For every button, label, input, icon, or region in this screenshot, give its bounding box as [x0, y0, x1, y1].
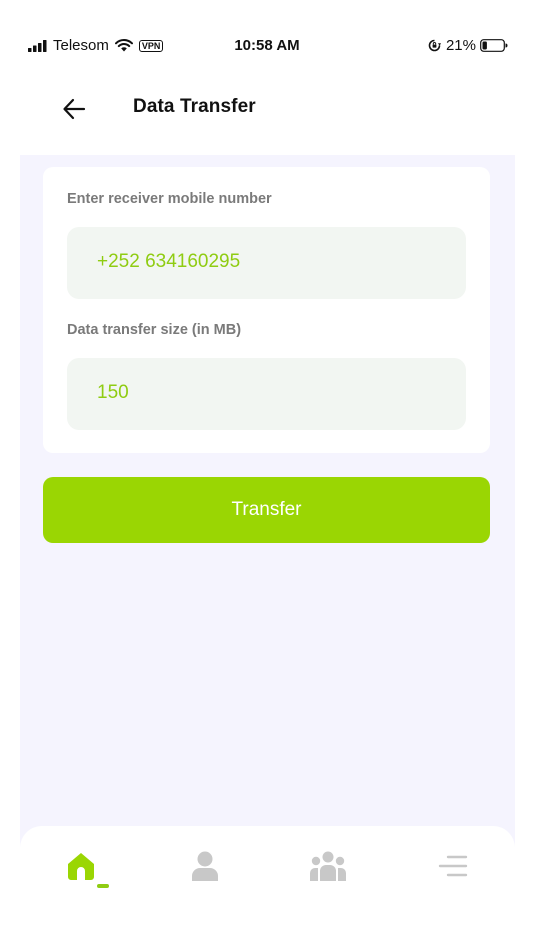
nav-profile[interactable]: [165, 826, 245, 906]
status-bar: Telesom VPN 10:58 AM 21%: [0, 0, 534, 92]
page-title: Data Transfer: [133, 96, 256, 117]
battery-percent: 21%: [445, 37, 476, 54]
home-icon: [68, 853, 94, 880]
receiver-number-label: Enter receiver mobile number: [67, 191, 272, 207]
back-button[interactable]: [60, 95, 88, 123]
nav-menu[interactable]: [413, 826, 493, 906]
receiver-number-value: +252 634160295: [97, 251, 241, 272]
bottom-nav: [20, 826, 515, 915]
nav-home[interactable]: [41, 826, 121, 906]
orientation-lock-icon: [428, 39, 441, 52]
active-tab-indicator: [97, 884, 109, 888]
transfer-size-label: Data transfer size (in MB): [67, 322, 242, 338]
menu-icon: [438, 855, 468, 877]
status-right: 21%: [428, 37, 508, 54]
receiver-number-input[interactable]: +252 634160295: [67, 227, 466, 299]
group-icon: [310, 851, 346, 881]
transfer-button[interactable]: Transfer: [43, 477, 490, 543]
header: Data Transfer: [0, 92, 534, 154]
transfer-size-value: 150: [97, 382, 129, 403]
arrow-left-icon: [63, 98, 86, 120]
battery-icon: [480, 39, 508, 52]
main-content: Enter receiver mobile number +252 634160…: [20, 155, 515, 915]
nav-group[interactable]: [288, 826, 368, 906]
transfer-form-card: Enter receiver mobile number +252 634160…: [43, 167, 490, 453]
person-icon: [192, 851, 218, 881]
transfer-size-input[interactable]: 150: [67, 358, 466, 430]
